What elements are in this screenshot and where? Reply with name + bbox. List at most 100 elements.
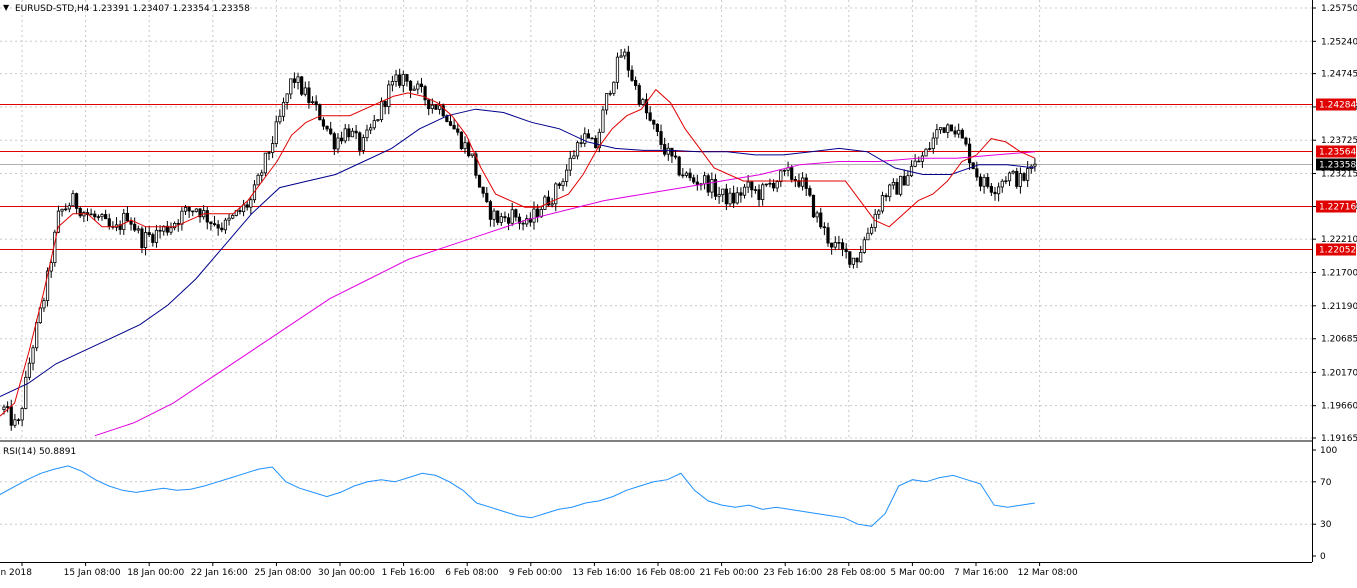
candle-body (604, 93, 609, 111)
candle-body (343, 128, 347, 142)
candle-body (75, 193, 79, 209)
current-price-label: 1.23358 (1316, 158, 1356, 171)
candle-body (612, 81, 616, 94)
candle-body (521, 222, 525, 225)
candle-body (1018, 173, 1023, 187)
candle-body (826, 227, 830, 244)
candle-body (93, 213, 97, 218)
candle-body (427, 99, 431, 109)
candle-body (212, 223, 217, 226)
time-tick-label: 7 Mar 16:00 (954, 568, 1009, 578)
candle-body (289, 78, 293, 95)
candle-body (568, 157, 572, 171)
candle-body (419, 83, 424, 87)
candle-body (869, 227, 874, 234)
candle-body (975, 168, 979, 178)
time-axis[interactable]: 10 Jan 2018 15 Jan 08:00 18 Jan 00:00 22 Ja… (0, 562, 1078, 578)
candle-body (655, 123, 660, 132)
candle-body (238, 210, 242, 213)
candle-body (575, 142, 580, 157)
candle-body (514, 209, 518, 218)
chart-window[interactable]: ▼ EURUSD-STD,H4 1.23391 1.23407 1.23354 … (0, 0, 1357, 584)
candle-body (329, 128, 333, 135)
candle-body (1011, 171, 1015, 174)
candle-body (848, 251, 852, 265)
candle-body (488, 201, 493, 220)
candle-body (129, 220, 133, 225)
price-pane[interactable] (0, 0, 1312, 440)
candle-body (361, 137, 365, 151)
candle-body (249, 199, 253, 208)
candle-body (31, 347, 35, 364)
candle-body (223, 219, 228, 231)
candle-body (906, 175, 910, 186)
candle-body (285, 93, 289, 103)
time-tick-label: 25 Jan 08:00 (254, 568, 311, 578)
candle-body (216, 224, 220, 229)
rsi-tick-label: 0 (1320, 552, 1326, 562)
candle-body (877, 210, 881, 215)
candle-body (917, 160, 921, 163)
candle-body (13, 419, 17, 426)
time-tick-label: 16 Feb 08:00 (636, 568, 695, 578)
candle-body (183, 207, 188, 212)
candle-body (96, 216, 100, 218)
candle-body (793, 179, 797, 181)
candle-body (884, 195, 888, 198)
price-axis[interactable]: 1.257501.252401.247451.242351.237251.232… (1312, 4, 1357, 444)
candle-body (16, 419, 21, 421)
candle-body (557, 183, 561, 186)
price-tick-label: 1.25750 (1321, 4, 1357, 14)
candle-body (750, 181, 754, 191)
level-label: 1.22716 (1319, 203, 1356, 213)
candle-body (684, 172, 689, 176)
candle-body (2, 406, 6, 410)
candle-body (180, 210, 184, 225)
candle-body (125, 212, 130, 222)
candle-body (953, 130, 957, 135)
candle-body (779, 170, 783, 183)
candle-body (274, 121, 278, 144)
candle-body (325, 125, 329, 130)
price-tick-label: 1.24745 (1321, 70, 1357, 80)
price-tick-label: 1.23215 (1321, 170, 1357, 180)
candle-body (717, 194, 721, 197)
price-tick-label: 1.21190 (1321, 302, 1357, 312)
time-tick-label: 30 Jan 00:00 (318, 568, 375, 578)
candle-body (652, 119, 656, 125)
candle-body (387, 84, 391, 107)
candle-body (949, 124, 954, 132)
rsi-pane[interactable] (0, 443, 1312, 562)
candle-body (859, 252, 863, 263)
candle-body (561, 181, 565, 186)
chart-canvas[interactable]: ▼ EURUSD-STD,H4 1.23391 1.23407 1.23354 … (0, 0, 1357, 584)
candle-body (405, 74, 409, 82)
candle-body (1026, 168, 1030, 181)
candle-body (590, 137, 594, 140)
candle-body (663, 144, 667, 155)
candle-body (735, 192, 739, 204)
candle-body (452, 124, 456, 130)
time-tick-label: 23 Feb 16:00 (763, 568, 822, 578)
dropdown-triangle-icon[interactable]: ▼ (3, 3, 10, 12)
candle-body (147, 232, 151, 236)
candle-body (891, 182, 895, 186)
candle-body (398, 74, 402, 86)
candle-body (365, 129, 369, 139)
level-label: 1.22052 (1319, 246, 1356, 256)
candle-body (412, 88, 416, 91)
candle-body (209, 221, 213, 225)
candle-body (594, 137, 598, 149)
candle-body (942, 127, 946, 133)
candle-body (761, 184, 765, 200)
candle-body (104, 214, 108, 220)
candle-body (815, 212, 819, 218)
candle-body (938, 127, 943, 131)
candle-body (310, 101, 315, 104)
candle-body (89, 213, 93, 216)
candle-body (339, 137, 344, 142)
rsi-axis[interactable]: 100 70 30 0 (1312, 446, 1337, 562)
candle-body (688, 172, 692, 179)
candle-body (710, 179, 714, 193)
candle-body (851, 257, 856, 265)
